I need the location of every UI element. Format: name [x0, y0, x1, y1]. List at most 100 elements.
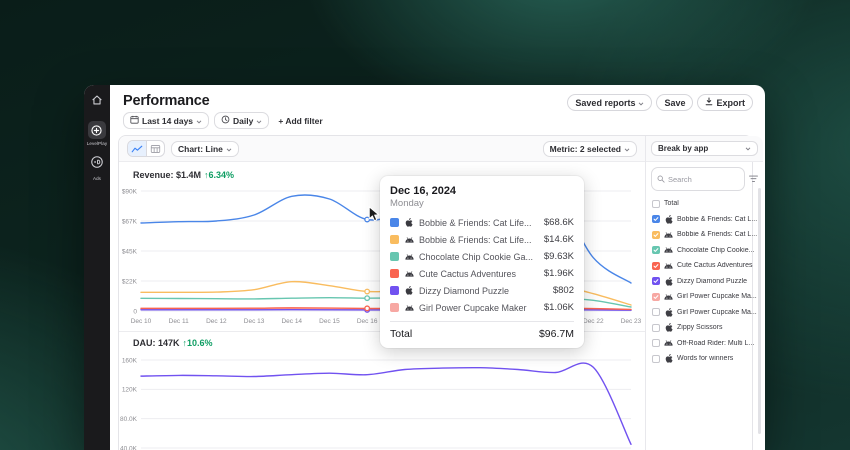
ads-icon — [90, 155, 104, 174]
app-filter-item[interactable]: Bobbie & Friends: Cat L... — [652, 212, 757, 228]
checkbox[interactable] — [652, 262, 660, 270]
date-range-filter[interactable]: Last 14 days — [123, 112, 209, 129]
tooltip-row: Chocolate Chip Cookie Ga...$9.63K — [390, 248, 574, 265]
apple-icon — [664, 323, 673, 332]
saved-reports-button[interactable]: Saved reports — [567, 94, 652, 111]
calendar-icon — [130, 115, 139, 126]
export-button[interactable]: Export — [697, 94, 753, 111]
break-by-dropdown[interactable]: Break by app — [651, 141, 758, 156]
apple-icon — [664, 277, 673, 286]
checkbox[interactable] — [652, 277, 660, 285]
svg-text:Dec 22: Dec 22 — [583, 318, 604, 325]
app-filter-item[interactable]: Dizzy Diamond Puzzle — [652, 274, 757, 290]
android-icon — [664, 294, 673, 300]
sidebar-item-ads[interactable]: Ads — [90, 155, 104, 181]
tooltip-app-name: Bobbie & Friends: Cat Life... — [419, 235, 539, 245]
checkbox[interactable] — [652, 355, 660, 363]
app-search-row — [646, 162, 763, 194]
svg-text:Dec 11: Dec 11 — [169, 318, 189, 325]
app-filter-list: TotalBobbie & Friends: Cat L...Bobbie & … — [646, 194, 763, 367]
series-color-swatch — [390, 235, 399, 244]
android-icon — [664, 263, 673, 269]
tooltip-app-value: $9.63K — [544, 251, 574, 262]
checkbox[interactable] — [652, 308, 660, 316]
metric-dropdown[interactable]: Metric: 2 selected — [543, 141, 637, 157]
series-color-swatch — [390, 252, 399, 261]
breakdown-panel: Break by app TotalBobbie & Friends: Cat … — [645, 136, 763, 450]
sidebar: LevelPlay Ads — [84, 85, 110, 450]
app-filter-item[interactable]: Words for winners — [652, 351, 757, 367]
svg-text:Dec 16: Dec 16 — [357, 318, 378, 325]
svg-text:$45K: $45K — [122, 248, 138, 255]
checkbox[interactable] — [652, 200, 660, 208]
app-filter-item[interactable]: Girl Power Cupcake Ma... — [652, 305, 757, 321]
search-box[interactable] — [651, 167, 745, 191]
app-filter-label: Bobbie & Friends: Cat L... — [677, 231, 757, 238]
checkbox[interactable] — [652, 246, 660, 254]
apple-icon — [664, 308, 673, 317]
table-view-button[interactable] — [146, 141, 164, 156]
svg-text:$67K: $67K — [122, 218, 138, 225]
tooltip-app-value: $1.96K — [544, 268, 574, 279]
breakdown-panel-header: Break by app — [646, 136, 763, 162]
app-filter-item[interactable]: Girl Power Cupcake Ma... — [652, 289, 757, 305]
app-filter-item[interactable]: Off-Road Rider: Multi L... — [652, 336, 757, 352]
apple-icon — [664, 215, 673, 224]
sidebar-item-label: Ads — [93, 176, 101, 181]
table-icon — [150, 140, 161, 157]
app-filter-label: Dizzy Diamond Puzzle — [677, 278, 747, 285]
filter-icon[interactable] — [749, 170, 758, 188]
checkbox[interactable] — [652, 324, 660, 332]
search-input[interactable] — [668, 175, 739, 184]
granularity-filter[interactable]: Daily — [214, 112, 269, 129]
filter-bar: Last 14 days Daily + Add filter — [123, 112, 327, 129]
checkbox[interactable] — [652, 231, 660, 239]
save-button[interactable]: Save — [656, 94, 693, 111]
svg-text:Dec 15: Dec 15 — [319, 318, 340, 325]
view-toggle — [127, 140, 165, 157]
chevron-down-icon — [226, 144, 232, 154]
app-filter-item[interactable]: Cute Cactus Adventures — [652, 258, 757, 274]
app-filter-item[interactable]: Chocolate Chip Cookie... — [652, 243, 757, 259]
chevron-down-icon — [256, 116, 262, 126]
tooltip-app-value: $14.6K — [544, 234, 574, 245]
checkbox[interactable] — [652, 339, 660, 347]
app-filter-label: Cute Cactus Adventures — [677, 262, 753, 269]
home-icon — [90, 93, 104, 112]
app-filter-item[interactable]: Total — [652, 196, 757, 212]
dau-line-chart[interactable]: 160K120K80.0K40.0K — [119, 351, 646, 450]
checkbox[interactable] — [652, 215, 660, 223]
series-color-swatch — [390, 269, 399, 278]
tooltip-row: Bobbie & Friends: Cat Life...$68.6K — [390, 214, 574, 231]
dau-change-badge: ↑10.6% — [183, 338, 213, 348]
tooltip-app-value: $802 — [553, 285, 574, 296]
checkbox[interactable] — [652, 293, 660, 301]
add-filter-button[interactable]: + Add filter — [274, 114, 326, 128]
header-actions: Saved reports Save Export — [567, 94, 753, 111]
sidebar-item-levelplay[interactable]: LevelPlay — [87, 121, 107, 146]
app-filter-item[interactable]: Bobbie & Friends: Cat L... — [652, 227, 757, 243]
android-icon — [404, 237, 414, 243]
svg-text:40.0K: 40.0K — [120, 445, 138, 450]
svg-text:120K: 120K — [122, 387, 138, 394]
tooltip-row: Cute Cactus Adventures $1.96K — [390, 265, 574, 282]
svg-text:Dec 12: Dec 12 — [206, 318, 227, 325]
tooltip-app-name: Cute Cactus Adventures — [419, 269, 539, 279]
android-icon — [404, 271, 414, 277]
tooltip-row: Bobbie & Friends: Cat Life... $14.6K — [390, 231, 574, 248]
download-icon — [705, 97, 713, 108]
sidebar-item-label: LevelPlay — [87, 141, 107, 146]
tooltip-total-row: Total $96.7M — [390, 321, 574, 340]
scrollbar[interactable] — [758, 188, 761, 434]
app-filter-item[interactable]: Zippy Scissors — [652, 320, 757, 336]
svg-text:Dec 14: Dec 14 — [281, 318, 302, 325]
chevron-down-icon — [745, 144, 751, 153]
levelplay-icon — [88, 121, 106, 139]
search-icon — [657, 170, 665, 188]
chevron-down-icon — [196, 116, 202, 126]
chart-type-dropdown[interactable]: Chart: Line — [171, 141, 239, 157]
app-filter-label: Zippy Scissors — [677, 324, 723, 331]
sidebar-item-home[interactable] — [90, 93, 104, 112]
line-view-button[interactable] — [128, 141, 146, 156]
dau-chart-section: DAU: 147K↑10.6% 160K120K80.0K40.0K — [119, 331, 645, 450]
